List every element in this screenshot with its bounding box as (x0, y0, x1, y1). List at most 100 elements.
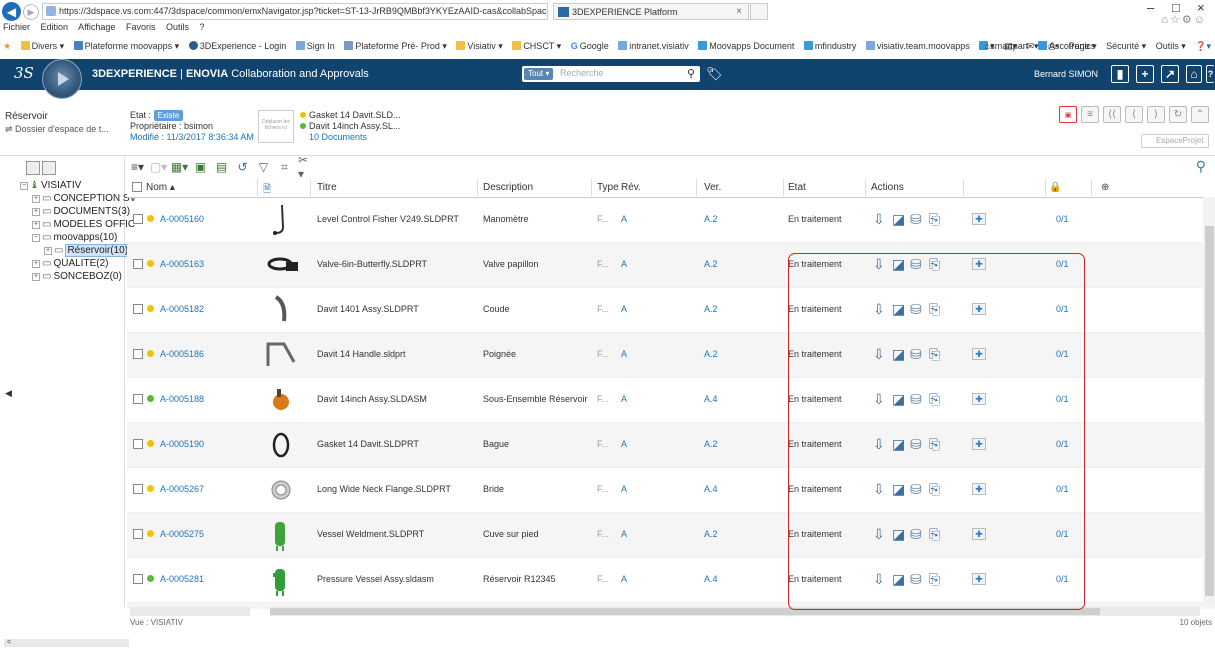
document-revision[interactable]: A (621, 439, 627, 449)
row-checkbox[interactable] (133, 439, 143, 449)
checkout-icon[interactable]: ⛁ (910, 211, 922, 228)
share-icon[interactable]: ↗ (1161, 65, 1179, 83)
print-icon[interactable]: ⎙▾ (1048, 41, 1059, 51)
expand-button[interactable]: ✚ (972, 213, 986, 225)
tree-node-reservoir[interactable]: + ▭ Réservoir(10) (44, 244, 131, 257)
part-thumbnail[interactable] (262, 291, 300, 329)
recent-doc-1[interactable]: Gasket 14 Davit.SLD... (300, 110, 401, 121)
new-version-icon[interactable]: ⎘ (929, 211, 940, 228)
document-version[interactable]: A.4 (704, 484, 718, 494)
collab-space-button[interactable]: EspaceProjet (1141, 134, 1209, 148)
mail-icon[interactable]: ✉▾ (1027, 41, 1039, 51)
row-checkbox[interactable] (133, 259, 143, 269)
column-header-file-icon[interactable]: 🗎 (263, 182, 271, 199)
document-revision[interactable]: A (621, 349, 627, 359)
add-existing-icon[interactable]: ▤ (214, 160, 229, 174)
document-name-link[interactable]: A-0005188 (160, 394, 204, 404)
menu-affichage[interactable]: Affichage (78, 22, 115, 32)
pin-icon[interactable]: ⌃ (1191, 106, 1209, 123)
part-thumbnail[interactable] (262, 246, 300, 284)
favorite-star-icon[interactable]: ★ (3, 41, 11, 51)
document-name-link[interactable]: A-0005267 (160, 484, 204, 494)
filter-icon[interactable]: ▽ (256, 160, 271, 174)
document-version[interactable]: A.4 (704, 574, 718, 584)
column-header-description[interactable]: Description (483, 182, 533, 193)
frozen-columns-scrollbar[interactable] (130, 607, 250, 616)
fav-visiativ[interactable]: Visiativ ▾ (456, 41, 503, 51)
search-scope-dropdown[interactable]: Tout ▾ (524, 68, 554, 80)
profile-icon[interactable]: ▮ (1111, 65, 1129, 83)
document-name-link[interactable]: A-0005163 (160, 259, 204, 269)
fav-intranet[interactable]: intranet.visiativ (618, 41, 689, 51)
menu-help[interactable]: ? (200, 22, 205, 32)
user-name[interactable]: Bernard SIMON (1034, 69, 1098, 79)
row-checkbox[interactable] (133, 484, 143, 494)
search-input[interactable]: Tout ▾ Recherche ⚲ (522, 66, 700, 82)
browser-tab[interactable]: 3DEXPERIENCE Platform × (553, 3, 749, 20)
part-thumbnail[interactable] (262, 516, 300, 554)
search-icon[interactable]: ⚲ (687, 67, 695, 80)
part-thumbnail[interactable] (262, 426, 300, 464)
menu-edition[interactable]: Edition (41, 22, 69, 32)
home-community-icon[interactable]: ⌂ (1186, 65, 1202, 83)
refresh-icon[interactable]: ↻ (1169, 106, 1187, 123)
column-header-actions[interactable]: Actions (871, 182, 904, 193)
column-header-rev[interactable]: Rév. (621, 182, 641, 193)
fav-mfindustry[interactable]: mfindustry (803, 41, 856, 51)
document-revision[interactable]: A (621, 574, 627, 584)
compass-icon[interactable] (42, 59, 82, 99)
document-name-link[interactable]: A-0005190 (160, 439, 204, 449)
document-name-link[interactable]: A-0005182 (160, 304, 204, 314)
revise-icon[interactable]: ↺ (235, 160, 250, 174)
column-header-state[interactable]: Etat (788, 182, 806, 193)
fav-team-moovapps[interactable]: visiativ.team.moovapps (865, 41, 970, 51)
fav-divers[interactable]: Divers ▾ (20, 41, 64, 51)
document-version[interactable]: A.2 (704, 529, 718, 539)
document-revision[interactable]: A (621, 394, 627, 404)
new-tab-button[interactable] (750, 3, 768, 20)
document-revision[interactable]: A (621, 304, 627, 314)
select-all-checkbox[interactable] (132, 182, 142, 195)
list-menu-icon[interactable]: ≡▾ (130, 160, 145, 174)
row-checkbox[interactable] (133, 349, 143, 359)
recent-doc-2[interactable]: Davit 14inch Assy.SL... (300, 121, 401, 132)
back-button[interactable]: ◀ (2, 2, 21, 21)
document-count-link[interactable]: 10 Documents (309, 132, 401, 143)
column-header-ver[interactable]: Ver. (704, 182, 721, 193)
tools-menu[interactable]: Outils ▾ (1156, 41, 1186, 51)
filter-view-icon[interactable] (42, 161, 56, 175)
fav-sign-in[interactable]: Sign In (295, 41, 335, 51)
tree-node-qualite[interactable]: + ▭ QUALITE(2) (32, 258, 108, 269)
document-name-link[interactable]: A-0005186 (160, 349, 204, 359)
fav-preprod[interactable]: Plateforme Pré- Prod ▾ (344, 41, 447, 51)
tree-node-moovapps[interactable]: − ▭ moovapps(10) (32, 232, 117, 243)
drop-zone[interactable]: Déplacer les fichiers ici (258, 110, 294, 143)
fav-moovapps[interactable]: Plateforme moovapps ▾ (73, 41, 179, 51)
part-thumbnail[interactable] (262, 381, 300, 419)
row-checkbox[interactable] (133, 529, 143, 539)
row-checkbox[interactable] (133, 214, 143, 224)
bottom-scrollbar[interactable]: < (4, 639, 129, 647)
document-version[interactable]: A.2 (704, 304, 718, 314)
edit-icon[interactable]: ▦▾ (171, 160, 188, 174)
menu-outils[interactable]: Outils (166, 22, 189, 32)
document-name-link[interactable]: A-0005275 (160, 529, 204, 539)
table-row[interactable]: A-0005160 Level Control Fisher V249.SLDPR… (127, 198, 1214, 243)
page-menu[interactable]: Page ▾ (1069, 41, 1097, 51)
home-icon[interactable]: ⌂▾ (984, 41, 994, 51)
menu-icon[interactable]: ≡ (1081, 106, 1099, 123)
document-name-link[interactable]: A-0005281 (160, 574, 204, 584)
document-version[interactable]: A.2 (704, 214, 718, 224)
help-icon[interactable]: ❓▾ (1195, 41, 1211, 51)
part-thumbnail[interactable] (262, 336, 300, 374)
document-revision[interactable]: A (621, 259, 627, 269)
structure-view-icon[interactable] (26, 161, 40, 175)
checkin-icon[interactable]: ▣ (193, 160, 208, 174)
row-checkbox[interactable] (133, 304, 143, 314)
menu-fichier[interactable]: Fichier (3, 22, 30, 32)
fav-google[interactable]: G Google (571, 41, 609, 51)
tools-icon[interactable]: ✂▾ (298, 153, 313, 181)
minimize-button[interactable]: – (1147, 0, 1154, 15)
part-thumbnail[interactable] (262, 561, 300, 599)
download-icon[interactable]: ⇩ (873, 211, 885, 228)
